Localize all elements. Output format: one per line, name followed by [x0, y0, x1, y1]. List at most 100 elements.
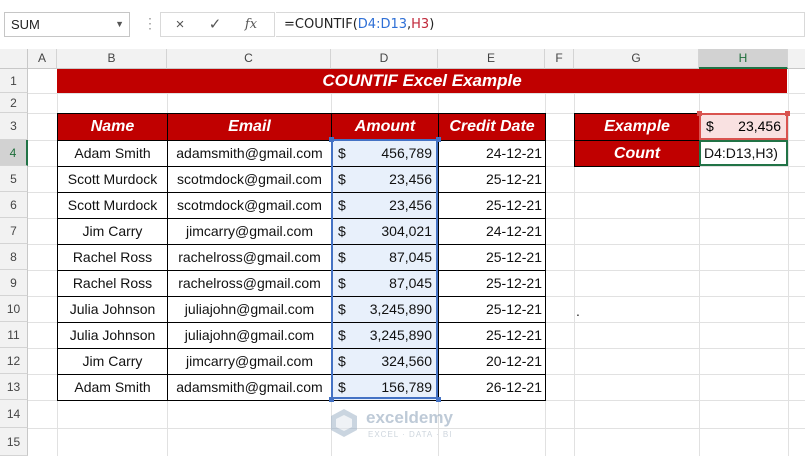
amount-value: 3,245,890	[369, 301, 432, 317]
criteria-handle[interactable]	[697, 111, 702, 116]
table-cell-amount[interactable]: $23,456	[331, 166, 439, 193]
range-handle[interactable]	[436, 397, 441, 402]
column-header-b[interactable]: B	[57, 49, 167, 69]
criteria-handle[interactable]	[785, 111, 790, 116]
enter-icon[interactable]: ✓	[198, 12, 232, 37]
table-cell-credit-date[interactable]: 25-12-21	[438, 166, 546, 193]
currency-symbol: $	[338, 327, 346, 343]
table-cell-amount[interactable]: $3,245,890	[331, 322, 439, 349]
row-header-5[interactable]: 5	[0, 166, 28, 192]
table-cell-credit-date[interactable]: 25-12-21	[438, 322, 546, 349]
table-cell-amount[interactable]: $3,245,890	[331, 296, 439, 323]
table-cell-name[interactable]: Rachel Ross	[57, 244, 168, 271]
table-cell-email[interactable]: jimcarry@gmail.com	[167, 218, 332, 245]
table-cell-credit-date[interactable]: 25-12-21	[438, 270, 546, 297]
more-options-icon[interactable]: ⋮	[143, 15, 157, 32]
chevron-down-icon[interactable]: ▼	[115, 13, 124, 36]
sheet-title[interactable]: COUNTIF Excel Example	[57, 69, 787, 93]
table-cell-credit-date[interactable]: 26-12-21	[438, 374, 546, 401]
table-cell-name[interactable]: Julia Johnson	[57, 296, 168, 323]
insert-function-icon[interactable]: fx	[234, 12, 268, 37]
header-name[interactable]: Name	[57, 113, 168, 141]
table-cell-email[interactable]: juliajohn@gmail.com	[167, 322, 332, 349]
currency-symbol: $	[338, 301, 346, 317]
row-header-10[interactable]: 10	[0, 296, 28, 322]
column-header-e[interactable]: E	[438, 49, 545, 69]
formula-suffix: )	[429, 17, 435, 32]
table-cell-credit-date[interactable]: 25-12-21	[438, 244, 546, 271]
row-header-2[interactable]: 2	[0, 93, 28, 113]
cancel-icon[interactable]: ×	[163, 12, 197, 37]
row-header-14[interactable]: 14	[0, 400, 28, 428]
range-handle[interactable]	[329, 397, 334, 402]
range-handle[interactable]	[436, 137, 441, 142]
range-handle[interactable]	[329, 137, 334, 142]
table-cell-email[interactable]: scotmdock@gmail.com	[167, 192, 332, 219]
table-cell-email[interactable]: scotmdock@gmail.com	[167, 166, 332, 193]
column-header-d[interactable]: D	[331, 49, 438, 69]
table-cell-amount[interactable]: $87,045	[331, 244, 439, 271]
formula-ref-criteria: H3	[411, 17, 430, 32]
row-header-1[interactable]: 1	[0, 69, 28, 93]
name-box[interactable]: SUM ▼	[4, 12, 130, 37]
table-cell-credit-date[interactable]: 20-12-21	[438, 348, 546, 375]
table-cell-email[interactable]: adamsmith@gmail.com	[167, 374, 332, 401]
column-header-h[interactable]: H	[699, 49, 788, 69]
amount-value: 304,021	[381, 223, 432, 239]
formula-bar: SUM ▼ ⋮ × ✓ fx =COUNTIF(D4:D13,H3)	[0, 0, 805, 49]
table-cell-credit-date[interactable]: 24-12-21	[438, 218, 546, 245]
row-header-6[interactable]: 6	[0, 192, 28, 218]
row-header-11[interactable]: 11	[0, 322, 28, 348]
table-cell-credit-date[interactable]: 25-12-21	[438, 192, 546, 219]
row-header-9[interactable]: 9	[0, 270, 28, 296]
column-header-a[interactable]: A	[28, 49, 57, 69]
table-cell-name[interactable]: Adam Smith	[57, 374, 168, 401]
table-cell-amount[interactable]: $456,789	[331, 140, 439, 167]
table-cell-email[interactable]: rachelross@gmail.com	[167, 244, 332, 271]
table-cell-credit-date[interactable]: 24-12-21	[438, 140, 546, 167]
table-cell-email[interactable]: rachelross@gmail.com	[167, 270, 332, 297]
table-cell-name[interactable]: Adam Smith	[57, 140, 168, 167]
table-cell-amount[interactable]: $324,560	[331, 348, 439, 375]
count-formula-editor[interactable]: D4:D13,H3)	[699, 140, 788, 166]
criteria-reference-highlight	[699, 113, 788, 140]
column-header-next[interactable]	[788, 49, 805, 69]
table-cell-name[interactable]: Scott Murdock	[57, 166, 168, 193]
count-label[interactable]: Count	[574, 140, 700, 167]
row-header-3[interactable]: 3	[0, 113, 28, 140]
amount-value: 23,456	[389, 197, 432, 213]
row-header-7[interactable]: 7	[0, 218, 28, 244]
row-header-4[interactable]: 4	[0, 140, 28, 166]
table-cell-name[interactable]: Scott Murdock	[57, 192, 168, 219]
name-box-value: SUM	[11, 17, 40, 32]
table-cell-amount[interactable]: $23,456	[331, 192, 439, 219]
column-header-f[interactable]: F	[545, 49, 574, 69]
table-cell-email[interactable]: adamsmith@gmail.com	[167, 140, 332, 167]
column-header-g[interactable]: G	[574, 49, 699, 69]
table-cell-email[interactable]: jimcarry@gmail.com	[167, 348, 332, 375]
row-header-13[interactable]: 13	[0, 374, 28, 400]
formula-ref-range: D4:D13	[357, 17, 407, 32]
table-cell-amount[interactable]: $304,021	[331, 218, 439, 245]
column-header-c[interactable]: C	[167, 49, 331, 69]
row-header-12[interactable]: 12	[0, 348, 28, 374]
table-cell-amount[interactable]: $156,789	[331, 374, 439, 401]
formula-prefix: =COUNTIF(	[284, 17, 358, 32]
table-cell-name[interactable]: Jim Carry	[57, 348, 168, 375]
header-email[interactable]: Email	[167, 113, 332, 141]
exceldemy-logo-icon	[331, 409, 357, 437]
row-header-15[interactable]: 15	[0, 428, 28, 456]
currency-symbol: $	[338, 145, 346, 161]
table-cell-credit-date[interactable]: 25-12-21	[438, 296, 546, 323]
header-amount[interactable]: Amount	[331, 113, 439, 141]
header-credit-date[interactable]: Credit Date	[438, 113, 546, 141]
table-cell-name[interactable]: Rachel Ross	[57, 270, 168, 297]
select-all-corner[interactable]	[0, 49, 28, 69]
table-cell-amount[interactable]: $87,045	[331, 270, 439, 297]
table-cell-email[interactable]: juliajohn@gmail.com	[167, 296, 332, 323]
table-cell-name[interactable]: Jim Carry	[57, 218, 168, 245]
example-label[interactable]: Example	[574, 113, 700, 141]
formula-input[interactable]: =COUNTIF(D4:D13,H3)	[276, 12, 805, 37]
row-header-8[interactable]: 8	[0, 244, 28, 270]
table-cell-name[interactable]: Julia Johnson	[57, 322, 168, 349]
